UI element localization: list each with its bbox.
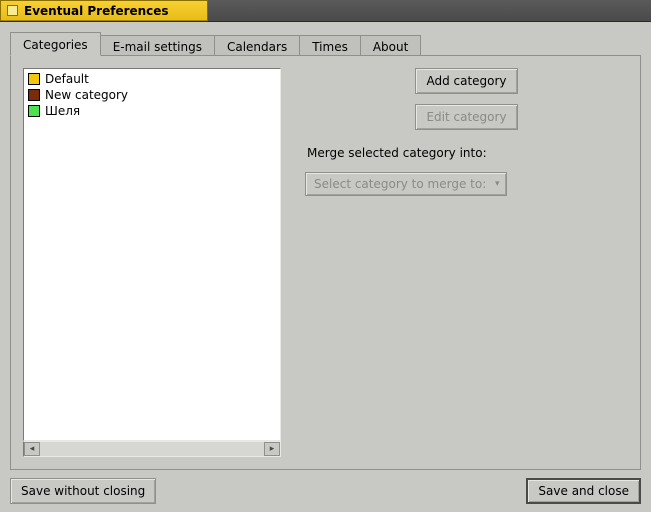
app-icon	[7, 5, 18, 16]
window-body: CategoriesE-mail settingsCalendarsTimesA…	[0, 22, 651, 512]
scroll-left-icon[interactable]: ◂	[24, 442, 40, 456]
color-swatch	[28, 73, 40, 85]
save-without-closing-button[interactable]: Save without closing	[10, 478, 156, 504]
tab-e-mail-settings[interactable]: E-mail settings	[101, 35, 215, 55]
h-scrollbar[interactable]: ◂ ▸	[23, 441, 281, 457]
chevron-down-icon: ▾	[492, 179, 502, 189]
list-item-label: New category	[45, 88, 128, 102]
edit-category-button[interactable]: Edit category	[415, 104, 517, 130]
tab-container: CategoriesE-mail settingsCalendarsTimesA…	[10, 32, 641, 470]
list-item[interactable]: Default	[24, 71, 280, 87]
list-item[interactable]: New category	[24, 87, 280, 103]
scroll-right-icon[interactable]: ▸	[264, 442, 280, 456]
color-swatch	[28, 89, 40, 101]
category-list[interactable]: Default New category Шеля	[23, 68, 281, 441]
merge-target-placeholder: Select category to merge to:	[314, 177, 486, 191]
merge-label: Merge selected category into:	[305, 146, 487, 160]
merge-target-select[interactable]: Select category to merge to: ▾	[305, 172, 507, 196]
add-category-button[interactable]: Add category	[415, 68, 517, 94]
tab-times[interactable]: Times	[300, 35, 361, 55]
category-actions: Add category Edit category Merge selecte…	[305, 68, 628, 457]
tab-categories[interactable]: Categories	[10, 32, 101, 56]
tab-about[interactable]: About	[361, 35, 421, 55]
category-list-area: Default New category Шеля ◂ ▸	[23, 68, 281, 457]
window-title: Eventual Preferences	[24, 4, 169, 18]
tab-panel-categories: Default New category Шеля ◂ ▸ Add category…	[10, 55, 641, 470]
list-item-label: Шеля	[45, 104, 80, 118]
tab-calendars[interactable]: Calendars	[215, 35, 300, 55]
title-tab: Eventual Preferences	[0, 0, 208, 21]
title-bar: Eventual Preferences	[0, 0, 651, 22]
tab-strip: CategoriesE-mail settingsCalendarsTimesA…	[10, 32, 641, 55]
color-swatch	[28, 105, 40, 117]
footer: Save without closing Save and close	[10, 478, 641, 504]
list-item[interactable]: Шеля	[24, 103, 280, 119]
list-item-label: Default	[45, 72, 89, 86]
save-and-close-button[interactable]: Save and close	[526, 478, 641, 504]
